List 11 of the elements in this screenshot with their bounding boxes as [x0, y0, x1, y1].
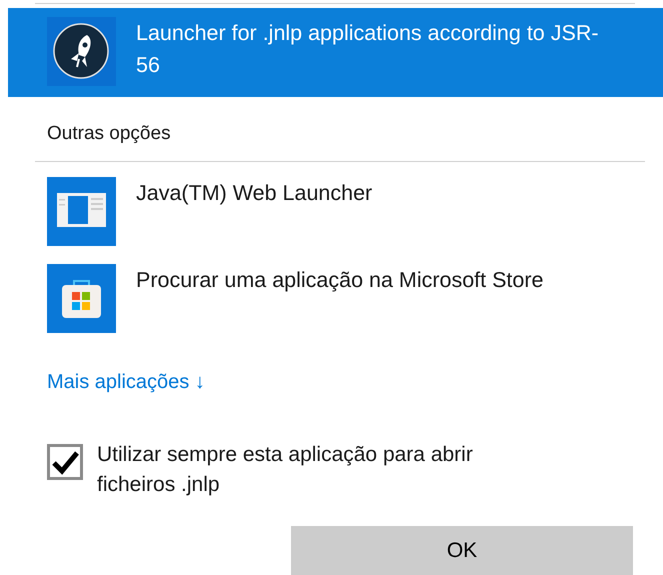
store-bag-icon [47, 264, 116, 332]
checkbox-label: Utilizar sempre esta aplicação para abrir ficheiros .jnlp [97, 442, 474, 498]
more-apps-link[interactable]: Mais aplicações ↓ [47, 366, 205, 396]
window-icon [47, 176, 116, 246]
ok-button[interactable]: OK [291, 526, 633, 575]
app-option[interactable]: Java(TM) Web Launcher [8, 168, 663, 254]
app-option[interactable]: Launcher for .jnlp applications according to JSR-56 [8, 8, 663, 97]
checkbox[interactable] [47, 444, 83, 480]
section-heading: Outras opções [47, 123, 171, 144]
app-option[interactable]: Procurar uma aplicação na Microsoft Store [8, 254, 663, 342]
rocket-icon [47, 17, 116, 86]
